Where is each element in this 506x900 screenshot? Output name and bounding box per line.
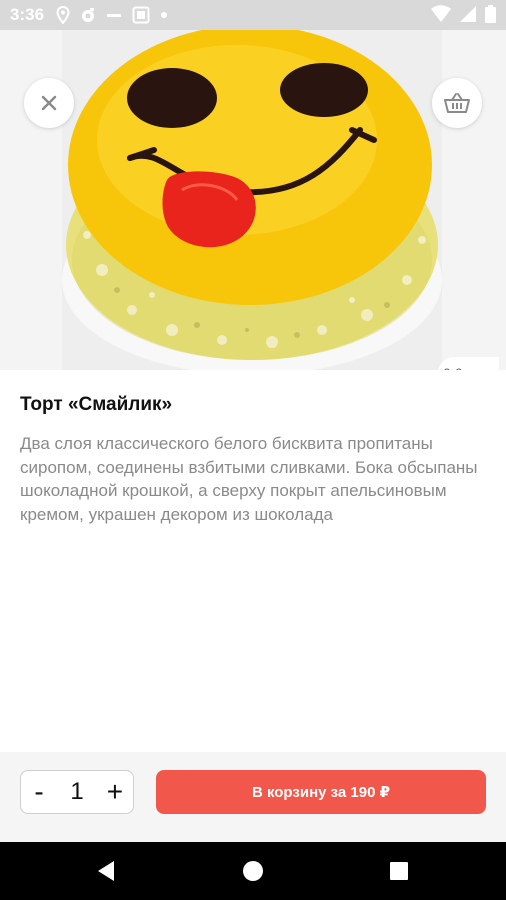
product-description: Два слоя классического белого бисквита п…: [20, 434, 478, 524]
basket-button[interactable]: [432, 78, 482, 128]
back-icon: [98, 861, 114, 881]
add-to-cart-button[interactable]: В корзину за 190 ₽: [156, 770, 486, 814]
status-time: 3:36: [10, 5, 45, 24]
increase-button[interactable]: +: [97, 771, 133, 813]
basket-icon: [444, 93, 470, 113]
dot-icon: [161, 12, 168, 18]
status-bar: 3:36: [0, 0, 506, 30]
quantity-value: 1: [70, 778, 84, 805]
home-button[interactable]: [241, 859, 265, 883]
action-bar: - 1 + В корзину за 190 ₽: [0, 752, 506, 842]
close-button[interactable]: [24, 78, 74, 128]
product-photo: [62, 30, 442, 370]
product-image-area: 0,6 кг: [0, 30, 506, 370]
minus-icon: [107, 14, 122, 17]
signal-icon: [460, 6, 476, 22]
status-icons-left: [56, 6, 168, 24]
product-title: Торт «Смайлик»: [20, 394, 173, 415]
status-icons-right: [431, 5, 496, 23]
location-icon: [56, 6, 70, 24]
decrease-button[interactable]: -: [21, 771, 57, 813]
weight-badge: 0,6 кг: [438, 357, 499, 370]
battery-icon: [485, 5, 496, 23]
recents-button[interactable]: [387, 859, 411, 883]
screenshot-icon: [132, 6, 150, 24]
home-icon: [243, 861, 263, 881]
wifi-icon: [431, 5, 451, 22]
navigation-bar: [0, 842, 506, 900]
app-icon: [82, 8, 95, 22]
back-button[interactable]: [94, 859, 118, 883]
recents-icon: [390, 862, 408, 880]
close-icon: [41, 95, 57, 111]
quantity-stepper: - 1 +: [20, 770, 134, 814]
